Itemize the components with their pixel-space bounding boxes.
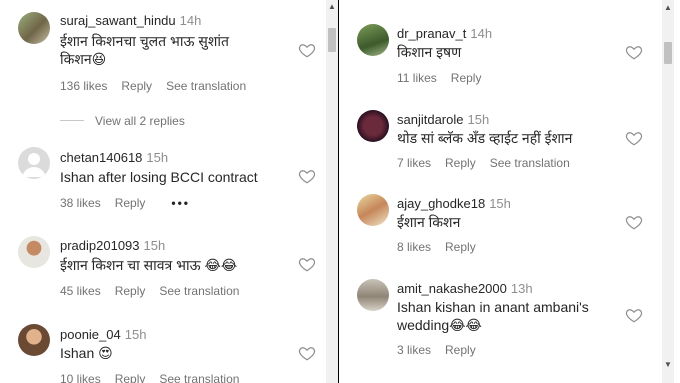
comment-text-line: Ishan kishan in anant ambani's: [397, 299, 589, 315]
reply-button[interactable]: Reply: [115, 196, 146, 210]
comment-time: 15h: [124, 327, 147, 342]
chevron-down-icon[interactable]: ▼: [662, 360, 674, 370]
comment-text-line: किशन😆: [60, 51, 107, 67]
heart-outline-icon[interactable]: [625, 306, 643, 324]
comment-username[interactable]: chetan140618 15h: [60, 150, 168, 165]
chevron-up-icon[interactable]: ▲: [662, 3, 674, 13]
comment-text-line: Ishan after losing BCCI contract: [60, 169, 258, 185]
chevron-up-icon[interactable]: ▲: [326, 2, 338, 12]
heart-outline-icon[interactable]: [298, 41, 316, 59]
reply-button[interactable]: Reply: [445, 240, 476, 254]
comment-username[interactable]: dr_pranav_t 14h: [397, 26, 492, 41]
like-count[interactable]: 136 likes: [60, 79, 107, 93]
heart-outline-icon[interactable]: [625, 213, 643, 231]
see-translation-button[interactable]: See translation: [159, 284, 239, 298]
reply-button[interactable]: Reply: [451, 71, 482, 85]
like-count[interactable]: 7 likes: [397, 156, 431, 170]
comments-panel-left: suraj_sawant_hindu 14h ईशान किशनचा चुलत भ…: [0, 0, 339, 383]
reply-button[interactable]: Reply: [121, 79, 152, 93]
see-translation-button[interactable]: See translation: [159, 372, 239, 383]
comment-text-line: ईशान किशन: [397, 214, 461, 230]
like-count[interactable]: 3 likes: [397, 343, 431, 357]
like-count[interactable]: 8 likes: [397, 240, 431, 254]
reply-button[interactable]: Reply: [115, 372, 146, 383]
comment-username[interactable]: pradip201093 15h: [60, 238, 165, 253]
comment-time: 15h: [467, 112, 490, 127]
comment-time: 15h: [146, 150, 169, 165]
heart-outline-icon[interactable]: [625, 43, 643, 61]
avatar[interactable]: [357, 279, 389, 311]
avatar[interactable]: [18, 324, 50, 356]
scrollbar-thumb[interactable]: [664, 42, 672, 64]
comment-username[interactable]: amit_nakashe2000 13h: [397, 281, 533, 296]
comment-text-line: ईशान किशनचा चुलत भाऊ सुशांत: [60, 33, 229, 49]
avatar[interactable]: [18, 12, 50, 44]
heart-outline-icon[interactable]: [298, 255, 316, 273]
avatar[interactable]: [18, 236, 50, 268]
avatar[interactable]: [18, 147, 50, 179]
scrollbar[interactable]: ▲: [326, 0, 338, 383]
see-translation-button[interactable]: See translation: [166, 79, 246, 93]
avatar[interactable]: [357, 110, 389, 142]
like-count[interactable]: 45 likes: [60, 284, 101, 298]
replies-divider: [60, 120, 84, 121]
reply-button[interactable]: Reply: [445, 343, 476, 357]
like-count[interactable]: 38 likes: [60, 196, 101, 210]
scrollbar[interactable]: ▲ ▼: [662, 0, 674, 383]
reply-button[interactable]: Reply: [115, 284, 146, 298]
default-avatar-icon: [22, 153, 46, 177]
comment-time: 14h: [470, 26, 493, 41]
comment-username[interactable]: suraj_sawant_hindu 14h: [60, 13, 201, 28]
comment-text-line: wedding😂😂: [397, 317, 482, 333]
comments-panel-right: dr_pranav_t 14h किशान इषण 11 likes Reply s…: [339, 0, 680, 383]
comment-text-line: थोड सां ब्लॅक अँड व्हाईट नहीं ईशान: [397, 130, 573, 146]
heart-outline-icon[interactable]: [298, 344, 316, 362]
view-replies-button[interactable]: View all 2 replies: [95, 114, 185, 128]
like-count[interactable]: 11 likes: [397, 71, 437, 85]
heart-outline-icon[interactable]: [298, 167, 316, 185]
scrollbar-thumb[interactable]: [328, 28, 336, 52]
comment-time: 14h: [179, 13, 202, 28]
like-count[interactable]: 10 likes: [60, 372, 101, 383]
comment-username[interactable]: sanjitdarole 15h: [397, 112, 489, 127]
reply-button[interactable]: Reply: [445, 156, 476, 170]
comment-username[interactable]: poonie_04 15h: [60, 327, 146, 342]
see-translation-button[interactable]: See translation: [490, 156, 570, 170]
comment-time: 13h: [510, 281, 533, 296]
comment-text-line: किशान इषण: [397, 44, 462, 60]
avatar[interactable]: [357, 194, 389, 226]
comment-text-line: Ishan 😍: [60, 345, 113, 361]
more-options-icon[interactable]: •••: [171, 196, 190, 210]
comment-time: 15h: [143, 238, 166, 253]
comment-text-line: ईशान किशन चा सावत्र भाऊ 😂😂: [60, 257, 238, 273]
avatar[interactable]: [357, 24, 389, 56]
heart-outline-icon[interactable]: [625, 129, 643, 147]
comment-time: 15h: [489, 196, 511, 211]
comment-username[interactable]: ajay_ghodke18 15h: [397, 196, 511, 211]
